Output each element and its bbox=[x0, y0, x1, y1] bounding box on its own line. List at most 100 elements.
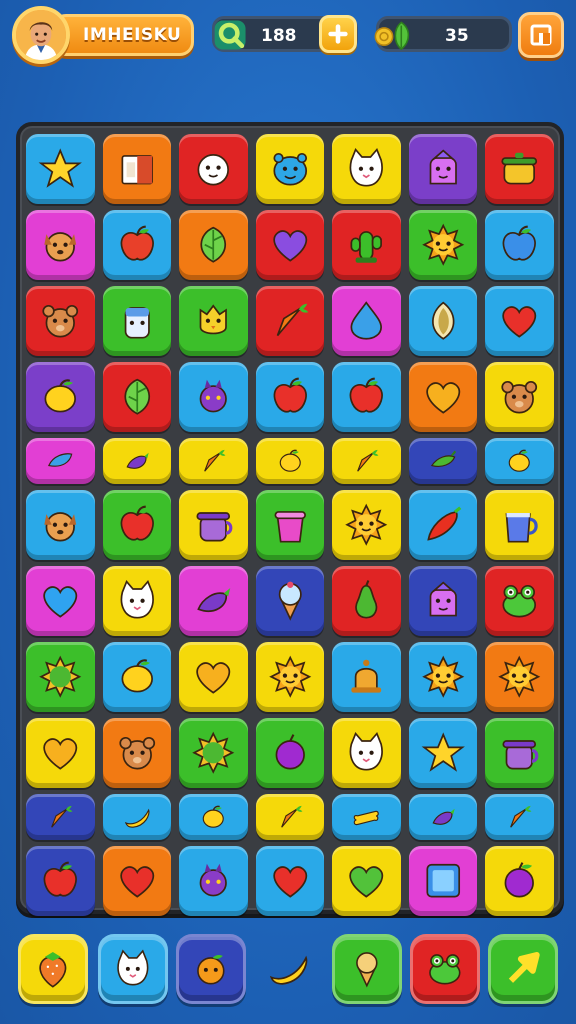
tile-apple[interactable] bbox=[102, 210, 172, 280]
tile-dog[interactable] bbox=[26, 210, 95, 280]
tile-cup-face[interactable] bbox=[179, 134, 248, 204]
tile-sun[interactable] bbox=[255, 642, 325, 712]
tile-dog[interactable] bbox=[26, 490, 95, 560]
tile-eggplant[interactable] bbox=[179, 566, 248, 636]
lemon-icon bbox=[279, 449, 301, 472]
tile-carrot[interactable] bbox=[332, 438, 401, 484]
tile-blue-fish[interactable] bbox=[26, 438, 95, 484]
tile-sun[interactable] bbox=[408, 642, 478, 712]
tile-bear[interactable] bbox=[26, 286, 95, 356]
tile-leaf[interactable] bbox=[102, 362, 172, 432]
player-avatar[interactable] bbox=[12, 6, 70, 64]
tile-sun-green[interactable] bbox=[26, 642, 95, 712]
tile-cat[interactable] bbox=[332, 718, 401, 788]
tile-owl[interactable] bbox=[179, 286, 248, 356]
tile-drop[interactable] bbox=[332, 286, 401, 356]
tile-red-apple[interactable] bbox=[255, 362, 325, 432]
dock-strawberry-button[interactable] bbox=[18, 934, 88, 1004]
tile-sun-green[interactable] bbox=[179, 718, 248, 788]
tile-sun[interactable] bbox=[408, 210, 478, 280]
tile-carrot[interactable] bbox=[485, 794, 554, 840]
tile-plum[interactable] bbox=[255, 718, 325, 788]
tile-mug[interactable] bbox=[485, 490, 554, 560]
tile-bat[interactable] bbox=[179, 362, 248, 432]
tile-eggplant[interactable] bbox=[408, 794, 478, 840]
tile-bell[interactable] bbox=[332, 642, 401, 712]
tile-gold-heart[interactable] bbox=[179, 642, 248, 712]
tile-sun[interactable] bbox=[332, 490, 401, 560]
menu-button[interactable] bbox=[518, 12, 564, 58]
tile-green-heart[interactable] bbox=[332, 846, 401, 916]
tile-seed[interactable] bbox=[408, 286, 478, 356]
dock-next-button[interactable] bbox=[488, 934, 558, 1004]
tile-lemon[interactable] bbox=[26, 362, 95, 432]
tile-cat[interactable] bbox=[102, 566, 172, 636]
tile-bear[interactable] bbox=[485, 362, 554, 432]
tile-lemon[interactable] bbox=[179, 794, 248, 840]
tile-lemon[interactable] bbox=[485, 438, 554, 484]
tile-pickle[interactable] bbox=[408, 438, 478, 484]
tile-red-apple[interactable] bbox=[332, 362, 401, 432]
tile-bear[interactable] bbox=[102, 718, 172, 788]
tile-blue-heart[interactable] bbox=[26, 566, 95, 636]
tile-carrot[interactable] bbox=[255, 286, 325, 356]
tile-pot-purple[interactable] bbox=[179, 490, 248, 560]
tile-eggplant[interactable] bbox=[102, 438, 172, 484]
tile-banana[interactable] bbox=[102, 794, 172, 840]
tile-icecream[interactable] bbox=[255, 566, 325, 636]
lemon-icon bbox=[121, 659, 153, 693]
pear-icon bbox=[355, 580, 378, 619]
bear-icon bbox=[118, 737, 155, 770]
menu-box-icon bbox=[530, 24, 552, 46]
tile-lemon[interactable] bbox=[102, 642, 172, 712]
dock-frog-button[interactable] bbox=[410, 934, 480, 1004]
tile-gold-heart[interactable] bbox=[26, 718, 95, 788]
tile-pot[interactable] bbox=[485, 134, 554, 204]
player-name-plate[interactable]: IMHEISKU bbox=[52, 14, 194, 56]
tile-star[interactable] bbox=[26, 134, 95, 204]
eggplant-icon bbox=[432, 808, 455, 825]
game-board bbox=[16, 122, 564, 916]
tile-heart[interactable] bbox=[485, 286, 554, 356]
dock-banana-button[interactable] bbox=[254, 934, 324, 1004]
tile-pear[interactable] bbox=[332, 566, 401, 636]
tile-frog[interactable] bbox=[485, 566, 554, 636]
tile-plum[interactable] bbox=[485, 846, 554, 916]
tile-leaf[interactable] bbox=[179, 210, 248, 280]
tile-ghost[interactable] bbox=[408, 566, 478, 636]
tile-bat[interactable] bbox=[179, 846, 248, 916]
tile-bone[interactable] bbox=[332, 794, 401, 840]
tile-lemon[interactable] bbox=[255, 438, 325, 484]
tile-gem-box[interactable] bbox=[408, 846, 478, 916]
tile-red-apple[interactable] bbox=[26, 846, 95, 916]
tile-bucket[interactable] bbox=[255, 490, 325, 560]
tile-purple-heart[interactable] bbox=[255, 210, 325, 280]
tile-sun[interactable] bbox=[485, 642, 554, 712]
tile-jar[interactable] bbox=[102, 286, 172, 356]
tile-box[interactable] bbox=[102, 134, 172, 204]
tile-blue-creature[interactable] bbox=[255, 134, 325, 204]
dock-cone-button[interactable] bbox=[332, 934, 402, 1004]
tile-red-heart[interactable] bbox=[102, 846, 172, 916]
leaf-icon bbox=[124, 379, 150, 415]
tile-red-heart[interactable] bbox=[255, 846, 325, 916]
tile-cactus[interactable] bbox=[332, 210, 401, 280]
tile-carrot[interactable] bbox=[255, 794, 325, 840]
tile-chili[interactable] bbox=[408, 490, 478, 560]
bat-icon bbox=[199, 863, 228, 897]
add-gems-button[interactable] bbox=[319, 15, 357, 53]
orange-fruit-icon bbox=[197, 955, 225, 985]
tile-red-apple[interactable] bbox=[102, 490, 172, 560]
pot-icon bbox=[501, 153, 538, 185]
tile-blue-apple[interactable] bbox=[485, 210, 554, 280]
tile-star[interactable] bbox=[408, 718, 478, 788]
tile-cat[interactable] bbox=[332, 134, 401, 204]
tile-pot-purple[interactable] bbox=[485, 718, 554, 788]
tile-gold-heart[interactable] bbox=[408, 362, 478, 432]
tile-carrot[interactable] bbox=[26, 794, 95, 840]
cat-icon bbox=[350, 732, 384, 771]
dock-cat-button[interactable] bbox=[98, 934, 168, 1004]
dock-orange-button[interactable] bbox=[176, 934, 246, 1004]
tile-ghost[interactable] bbox=[408, 134, 478, 204]
tile-carrot[interactable] bbox=[179, 438, 248, 484]
